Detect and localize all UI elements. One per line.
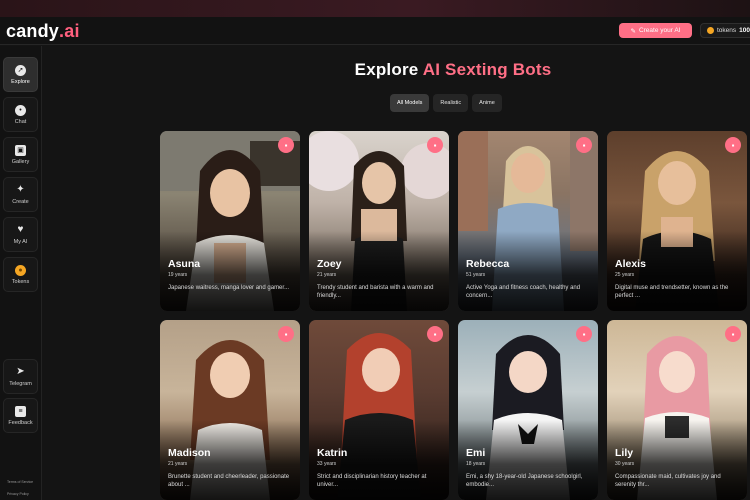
character-age: 25 years	[615, 272, 635, 278]
brand-suffix: .ai	[59, 21, 80, 41]
character-description: Compassionate maid, cultivates joy and s…	[615, 474, 721, 488]
sidebar: ➚ Explore • Chat ▣ Gallery ✦ Create ♥ My…	[0, 46, 42, 500]
character-card-alexis[interactable]: ▪ Alexis 25 years Digital muse and trend…	[607, 131, 747, 311]
character-name: Alexis	[615, 258, 646, 270]
sidebar-item-label: Create	[12, 198, 29, 205]
chat-bubble-icon[interactable]: ▪	[427, 137, 443, 153]
page-title-plain: Explore	[354, 60, 419, 79]
terms-link[interactable]: Terms of Service	[7, 480, 33, 484]
sidebar-item-my-ai[interactable]: ♥ My AI	[3, 217, 38, 252]
chat-bubble-icon[interactable]: ▪	[725, 326, 741, 342]
model-filter-tabs: All Models Realistic Anime	[390, 94, 502, 112]
chat-bubble-icon[interactable]: ▪	[576, 137, 592, 153]
card-shade	[160, 231, 300, 311]
character-name: Rebecca	[466, 258, 510, 270]
feedback-icon: ≡	[15, 405, 26, 417]
character-description: Active Yoga and fitness coach, healthy a…	[466, 285, 581, 299]
character-age: 21 years	[168, 461, 188, 467]
sidebar-item-gallery[interactable]: ▣ Gallery	[3, 137, 38, 172]
character-age: 33 years	[317, 461, 337, 467]
chat-bubble-icon[interactable]: ▪	[576, 326, 592, 342]
sidebar-item-label: Telegram	[9, 380, 32, 387]
character-card-zoey[interactable]: ▪ Zoey 21 years Trendy student and baris…	[309, 131, 449, 311]
magic-wand-icon: ✎	[630, 27, 636, 35]
heart-icon: ♥	[17, 224, 24, 235]
character-name: Emi	[466, 447, 486, 459]
sidebar-item-chat[interactable]: • Chat	[3, 97, 38, 132]
top-header: candy .ai ✎ Create your AI tokens 100	[0, 17, 750, 45]
character-age: 30 years	[615, 461, 635, 467]
character-description: Digital muse and trendsetter, known as t…	[615, 285, 729, 299]
character-name: Madison	[168, 447, 211, 459]
sidebar-item-label: Tokens	[11, 278, 30, 285]
character-description: Brunette student and cheerleader, passio…	[168, 474, 290, 488]
character-age: 18 years	[466, 461, 486, 467]
filter-anime[interactable]: Anime	[472, 94, 502, 112]
coin-icon: ●	[15, 264, 26, 276]
create-button-label: Create your AI	[638, 27, 681, 34]
character-name: Asuna	[168, 258, 201, 270]
top-banner-strip	[0, 0, 750, 17]
page-title-accent: AI Sexting Bots	[422, 60, 552, 79]
tokens-count: 100	[739, 27, 750, 34]
character-card-rebecca[interactable]: ▪ Rebecca 51 years Active Yoga and fitne…	[458, 131, 598, 311]
tokens-label: tokens	[717, 27, 737, 34]
character-name: Zoey	[317, 258, 342, 270]
gallery-icon: ▣	[15, 144, 26, 156]
filter-all-models[interactable]: All Models	[390, 94, 430, 112]
character-name: Lily	[615, 447, 634, 459]
chat-bubble-icon[interactable]: ▪	[427, 326, 443, 342]
sidebar-item-label: Chat	[14, 118, 27, 125]
character-card-madison[interactable]: ▪ Madison 21 years Brunette student and …	[160, 320, 300, 500]
sidebar-item-telegram[interactable]: ➤ Telegram	[3, 359, 38, 394]
filter-realistic[interactable]: Realistic	[433, 94, 469, 112]
sidebar-item-tokens[interactable]: ● Tokens	[3, 257, 38, 292]
sidebar-item-label: Feedback	[8, 419, 33, 426]
character-description: Japanese waitress, manga lover and gamer…	[168, 285, 290, 291]
brand-logo[interactable]: candy .ai	[6, 21, 80, 42]
character-description: Strict and disciplinarian history teache…	[317, 474, 427, 488]
character-age: 21 years	[317, 272, 337, 278]
sidebar-item-label: Gallery	[11, 158, 30, 165]
character-description: Emi, a shy 18-year-old Japanese schoolgi…	[466, 474, 583, 488]
character-card-emi[interactable]: ▪ Emi 18 years Emi, a shy 18-year-old Ja…	[458, 320, 598, 500]
coin-icon	[707, 27, 714, 34]
chat-bubble-icon[interactable]: ▪	[278, 326, 294, 342]
sidebar-item-label: My AI	[13, 238, 28, 245]
character-description: Trendy student and barista with a warm a…	[317, 285, 434, 299]
privacy-link[interactable]: Privacy Policy	[7, 492, 29, 496]
brand-name: candy	[6, 21, 60, 41]
sidebar-item-feedback[interactable]: ≡ Feedback	[3, 398, 38, 433]
character-age: 51 years	[466, 272, 486, 278]
character-card-katrin[interactable]: ▪ Katrin 33 years Strict and disciplinar…	[309, 320, 449, 500]
character-card-lily[interactable]: ▪ Lily 30 years Compassionate maid, cult…	[607, 320, 747, 500]
chat-icon: •	[15, 104, 26, 116]
character-card-asuna[interactable]: ▪ Asuna 19 years Japanese waitress, mang…	[160, 131, 300, 311]
chat-bubble-icon[interactable]: ▪	[278, 137, 294, 153]
chat-bubble-icon[interactable]: ▪	[725, 137, 741, 153]
page-title: Explore AI Sexting Bots	[0, 60, 750, 80]
magic-wand-icon: ✦	[16, 184, 25, 195]
sidebar-item-create[interactable]: ✦ Create	[3, 177, 38, 212]
tokens-balance[interactable]: tokens 100	[700, 23, 750, 38]
character-name: Katrin	[317, 447, 348, 459]
character-age: 19 years	[168, 272, 188, 278]
create-your-ai-button[interactable]: ✎ Create your AI	[619, 23, 692, 38]
telegram-icon: ➤	[16, 366, 25, 377]
